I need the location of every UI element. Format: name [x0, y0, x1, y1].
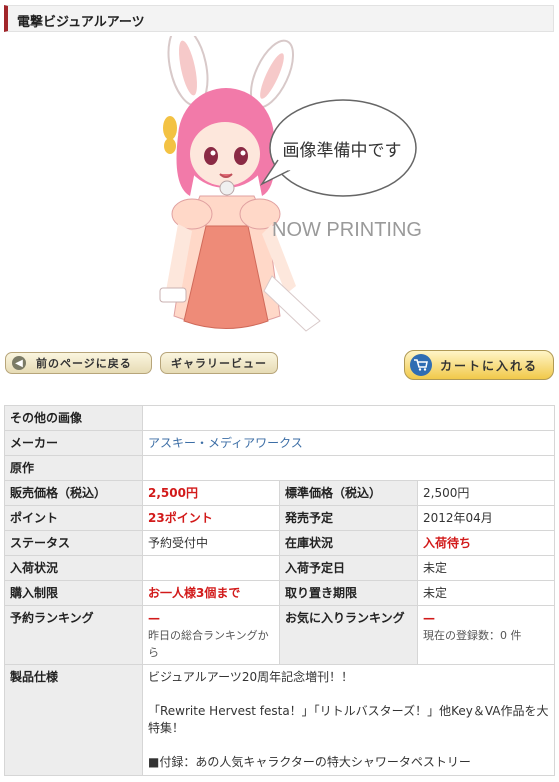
cart-icon [410, 354, 432, 376]
fav-rank-note: 現在の登録数：0 件 [423, 629, 522, 642]
arrival-date-label: 入荷予定日 [279, 555, 418, 581]
back-button-label: 前のページに戻る [36, 357, 132, 370]
hold-label: 取り置き期限 [279, 580, 418, 606]
table-row: その他の画像 [4, 405, 556, 431]
stock-value: 入荷待ち [416, 530, 556, 556]
fav-rank-label: お気に入りランキング [279, 605, 418, 665]
table-row: 販売価格（税込） 2,500円 標準価格（税込） 2,500円 [4, 480, 556, 506]
bubble-text: 画像準備中です [283, 141, 402, 161]
spec-label: 製品仕様 [4, 664, 143, 776]
add-to-cart-label: カートに入れる [440, 358, 539, 373]
maker-link[interactable]: アスキー・メディアワークス [148, 436, 303, 450]
status-value: 予約受付中 [142, 530, 280, 556]
limit-label: 購入制限 [4, 580, 143, 606]
maker-label: メーカー [4, 430, 143, 456]
original-value [141, 455, 556, 481]
table-row: 予約ランキング — 昨日の総合ランキングから お気に入りランキング — 現在の登… [4, 605, 556, 665]
hold-value: 未定 [416, 580, 556, 606]
table-row: 入荷状況 入荷予定日 未定 [4, 555, 556, 581]
other-images-value [141, 405, 556, 431]
spec-line-3: ■付録：あの人気キャラクターの特大シャワータペストリー [148, 755, 471, 769]
stock-label: 在庫状況 [279, 530, 418, 556]
gallery-view-button[interactable]: ギャラリービュー [160, 352, 278, 374]
arrival-label: 入荷状況 [4, 555, 143, 581]
price-label: 販売価格（税込） [4, 480, 143, 506]
points-label: ポイント [4, 505, 143, 531]
now-printing-text: NOW PRINTING [272, 219, 422, 241]
std-price-label: 標準価格（税込） [279, 480, 418, 506]
table-row: ステータス 予約受付中 在庫状況 入荷待ち [4, 530, 556, 556]
product-page: 電撃ビジュアルアーツ 画像準備中です NOW PRINTING ◀ 前のページに… [0, 0, 559, 782]
price-value: 2,500円 [142, 480, 280, 506]
now-printing-illustration: 画像準備中です NOW PRINTING [159, 36, 422, 332]
table-row: 原作 [4, 455, 556, 481]
table-row: 製品仕様 ビジュアルアーツ20周年記念増刊！！ 「Rewrite Hervest… [4, 664, 556, 776]
table-row: メーカー アスキー・メディアワークス [4, 430, 556, 456]
points-value: 23ポイント [142, 505, 280, 531]
status-label: ステータス [4, 530, 143, 556]
table-row: ポイント 23ポイント 発売予定 2012年04月 [4, 505, 556, 531]
table-row: 購入制限 お一人様3個まで 取り置き期限 未定 [4, 580, 556, 606]
arrival-date-value: 未定 [416, 555, 556, 581]
gallery-view-button-label: ギャラリービュー [171, 357, 267, 370]
spec-line-2: 「Rewrite Hervest festa！」「リトルバスターズ！」他Key＆… [148, 704, 549, 735]
original-label: 原作 [4, 455, 143, 481]
arrow-left-icon: ◀ [12, 356, 26, 370]
add-to-cart-button[interactable]: カートに入れる [404, 350, 554, 380]
release-label: 発売予定 [279, 505, 418, 531]
spec-line-1: ビジュアルアーツ20周年記念増刊！！ [148, 670, 354, 684]
product-title-bar: 電撃ビジュアルアーツ [4, 5, 554, 32]
std-price-value: 2,500円 [416, 480, 556, 506]
limit-value: お一人様3個まで [142, 580, 280, 606]
other-images-label: その他の画像 [4, 405, 143, 431]
product-image[interactable]: 画像準備中です NOW PRINTING [0, 36, 559, 342]
reserve-rank-note: 昨日の総合ランキングから [148, 629, 269, 659]
product-info-table: その他の画像 メーカー アスキー・メディアワークス 原作 販売価格（税込） 2,… [4, 405, 556, 776]
back-button[interactable]: ◀ 前のページに戻る [5, 352, 152, 374]
fav-rank-value: — [423, 611, 435, 625]
reserve-rank-value: — [148, 611, 160, 625]
release-value: 2012年04月 [416, 505, 556, 531]
product-title: 電撃ビジュアルアーツ [17, 15, 145, 30]
reserve-rank-label: 予約ランキング [4, 605, 143, 665]
arrival-value [142, 555, 280, 581]
